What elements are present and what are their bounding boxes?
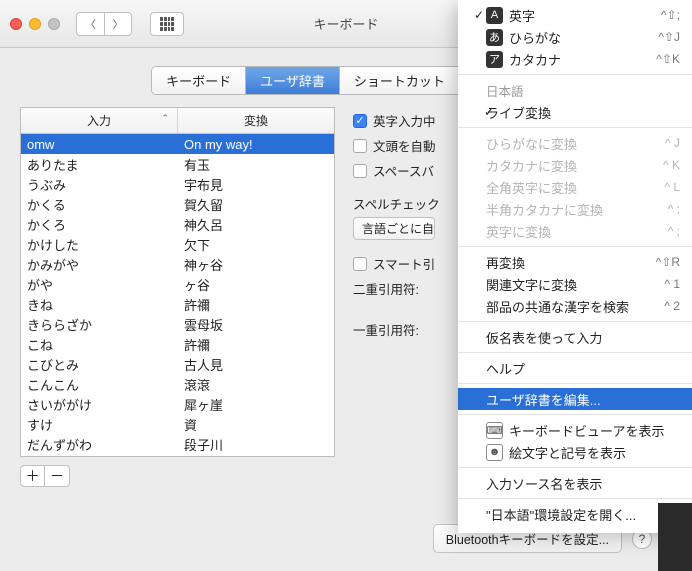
column-header-input[interactable]: 入力: [21, 108, 178, 133]
menu-header-japanese: 日本語: [486, 81, 680, 100]
menu-convert-item: ひらがなに変換^ J: [458, 132, 692, 154]
label-buntou: 文頭を自動: [373, 136, 436, 155]
column-header-output[interactable]: 変換: [178, 108, 334, 133]
close-window[interactable]: [10, 18, 22, 30]
table-row[interactable]: すけ資: [21, 414, 334, 434]
tab-keyboard[interactable]: キーボード: [152, 67, 246, 94]
table-row[interactable]: かみがや神ヶ谷: [21, 254, 334, 274]
table-row[interactable]: こね許禰: [21, 334, 334, 354]
menu-show-input-name[interactable]: 入力ソース名を表示: [458, 472, 692, 494]
label-eiji: 英字入力中: [373, 111, 436, 130]
table-row[interactable]: だんずがわ段子川: [21, 434, 334, 454]
table-row[interactable]: かけした欠下: [21, 234, 334, 254]
keyboard-icon: ⌨: [486, 422, 503, 439]
grid-icon: [160, 17, 174, 31]
menu-source-item[interactable]: アカタカナ^⇧K: [458, 48, 692, 70]
remove-button[interactable]: －: [45, 466, 69, 486]
menu-open-japanese-prefs[interactable]: "日本語"環境設定を開く...: [458, 503, 692, 525]
menu-show-keyboard-viewer[interactable]: ⌨キーボードビューアを表示: [458, 419, 692, 441]
menu-kana-table[interactable]: 仮名表を使って入力: [486, 328, 680, 347]
back-button[interactable]: 〈: [76, 12, 104, 36]
tab-user-dictionary[interactable]: ユーザ辞書: [246, 67, 340, 94]
menu-action-item[interactable]: 関連文字に変換^ 1: [458, 273, 692, 295]
minimize-window[interactable]: [29, 18, 41, 30]
menu-source-item[interactable]: ✓A英字^⇧;: [458, 4, 692, 26]
checkbox-buntou[interactable]: [353, 139, 367, 153]
menu-show-emoji[interactable]: ☻絵文字と記号を表示: [458, 441, 692, 463]
table-row[interactable]: こびとみ古人見: [21, 354, 334, 374]
menu-convert-item: 英字に変換^ ;: [458, 220, 692, 242]
menu-live-conversion[interactable]: ライブ変換: [486, 103, 680, 122]
menu-convert-item: 全角英字に変換^ L: [458, 176, 692, 198]
table-row[interactable]: こんこん滾滾: [21, 374, 334, 394]
dictionary-table[interactable]: 入力 変換 omwOn my way!ありたま有玉うぶみ宇布見かくる賀久留かくろ…: [20, 107, 335, 457]
spellcheck-select[interactable]: 言語ごとに自: [353, 217, 435, 240]
checkbox-space[interactable]: [353, 164, 367, 178]
table-row[interactable]: omwOn my way!: [21, 134, 334, 154]
table-row[interactable]: かくる賀久留: [21, 194, 334, 214]
background-window: [658, 503, 692, 571]
table-row[interactable]: さいががけ犀ヶ崖: [21, 394, 334, 414]
table-row[interactable]: きね許禰: [21, 294, 334, 314]
menu-convert-item: カタカナに変換^ K: [458, 154, 692, 176]
show-all-button[interactable]: [150, 12, 184, 36]
table-row[interactable]: うぶみ宇布見: [21, 174, 334, 194]
label-space: スペースバ: [373, 161, 434, 180]
add-button[interactable]: ＋: [21, 466, 45, 486]
table-row[interactable]: きららざか雲母坂: [21, 314, 334, 334]
menu-convert-item: 半角カタカナに変換^ ;: [458, 198, 692, 220]
zoom-window[interactable]: [48, 18, 60, 30]
table-row[interactable]: ありたま有玉: [21, 154, 334, 174]
menu-help[interactable]: ヘルプ: [486, 359, 680, 378]
menu-source-item[interactable]: あひらがな^⇧J: [458, 26, 692, 48]
emoji-icon: ☻: [486, 444, 503, 461]
table-row[interactable]: かくろ神久呂: [21, 214, 334, 234]
input-menu: ✓A英字^⇧;あひらがな^⇧Jアカタカナ^⇧K 日本語 ✓ライブ変換 ひらがなに…: [458, 0, 692, 533]
table-row[interactable]: がやヶ谷: [21, 274, 334, 294]
menu-action-item[interactable]: 部品の共通な漢字を検索^ 2: [458, 295, 692, 317]
menu-edit-user-dictionary[interactable]: ユーザ辞書を編集...: [458, 388, 692, 410]
label-smart-quotes: スマート引: [373, 254, 435, 273]
checkbox-smart-quotes[interactable]: [353, 257, 367, 271]
tab-shortcuts[interactable]: ショートカット: [340, 67, 460, 94]
checkbox-eiji[interactable]: ✓: [353, 114, 367, 128]
forward-button[interactable]: 〉: [104, 12, 132, 36]
menu-action-item[interactable]: 再変換^⇧R: [458, 251, 692, 273]
